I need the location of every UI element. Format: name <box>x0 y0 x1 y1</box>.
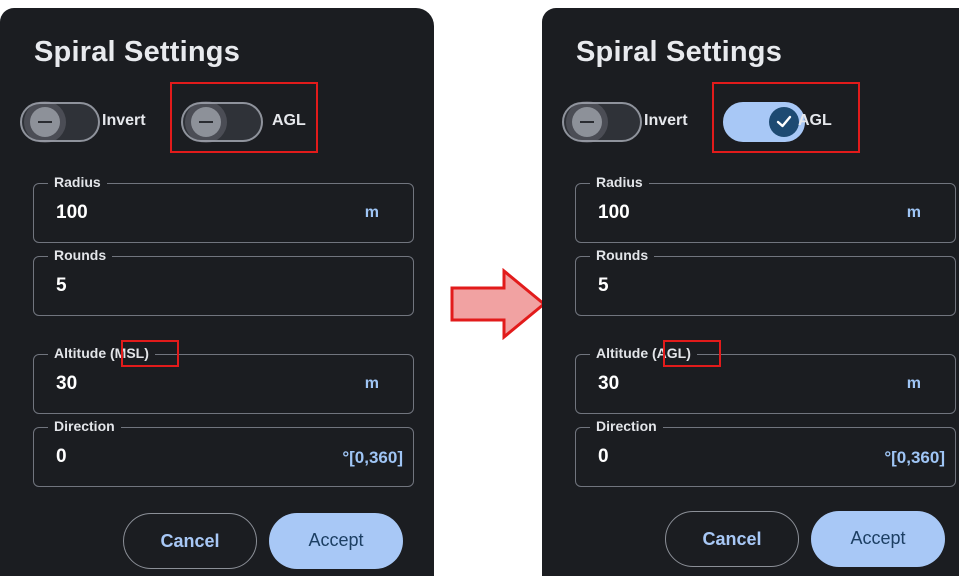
rounds-label: Rounds <box>590 247 655 263</box>
toggle-knob <box>30 107 60 137</box>
rounds-field[interactable]: Rounds 5 <box>33 247 414 316</box>
altitude-label-text: Altitude <box>54 345 107 361</box>
direction-label: Direction <box>590 418 663 434</box>
altitude-field[interactable]: Altitude (MSL) 30 m <box>33 345 414 414</box>
direction-value: 0 <box>598 446 609 467</box>
invert-label: Invert <box>644 112 688 129</box>
direction-value: 0 <box>56 446 67 467</box>
altitude-field[interactable]: Altitude (AGL) 30 m <box>575 345 956 414</box>
rounds-value: 5 <box>56 275 67 296</box>
direction-field[interactable]: Direction 0 °[0,360] <box>575 418 956 487</box>
direction-unit: °[0,360] <box>884 448 945 467</box>
minus-icon <box>38 121 52 123</box>
highlight-box-altitude-ref <box>663 340 721 367</box>
radius-value: 100 <box>598 202 630 223</box>
highlight-box-agl-toggle <box>170 82 318 153</box>
panel-title: Spiral Settings <box>34 36 241 68</box>
invert-label: Invert <box>102 112 146 129</box>
invert-toggle[interactable] <box>20 102 100 142</box>
spiral-settings-panel-after: Spiral Settings Invert AGL Radius 100 m … <box>542 8 959 576</box>
accept-button[interactable]: Accept <box>811 511 945 567</box>
altitude-label-text: Altitude <box>596 345 649 361</box>
invert-toggle[interactable] <box>562 102 642 142</box>
minus-icon <box>580 121 594 123</box>
direction-field[interactable]: Direction 0 °[0,360] <box>33 418 414 487</box>
altitude-unit: m <box>906 375 921 392</box>
altitude-unit: m <box>364 375 379 392</box>
altitude-value: 30 <box>56 373 78 394</box>
right-arrow-icon <box>450 268 546 340</box>
rounds-value: 5 <box>598 275 609 296</box>
highlight-box-altitude-ref <box>121 340 179 367</box>
radius-unit: m <box>906 204 921 221</box>
rounds-label: Rounds <box>48 247 113 263</box>
panel-title: Spiral Settings <box>576 36 783 68</box>
rounds-field[interactable]: Rounds 5 <box>575 247 956 316</box>
direction-unit: °[0,360] <box>342 448 403 467</box>
altitude-value: 30 <box>598 373 620 394</box>
cancel-button[interactable]: Cancel <box>665 511 799 567</box>
toggle-knob <box>572 107 602 137</box>
radius-field[interactable]: Radius 100 m <box>575 174 956 243</box>
radius-unit: m <box>364 204 379 221</box>
spiral-settings-panel-before: Spiral Settings Invert AGL Radius 100 m … <box>0 8 434 576</box>
cancel-button[interactable]: Cancel <box>123 513 257 569</box>
radius-label: Radius <box>590 174 649 190</box>
accept-button[interactable]: Accept <box>269 513 403 569</box>
radius-field[interactable]: Radius 100 m <box>33 174 414 243</box>
radius-label: Radius <box>48 174 107 190</box>
highlight-box-agl-toggle <box>712 82 860 153</box>
direction-label: Direction <box>48 418 121 434</box>
radius-value: 100 <box>56 202 88 223</box>
